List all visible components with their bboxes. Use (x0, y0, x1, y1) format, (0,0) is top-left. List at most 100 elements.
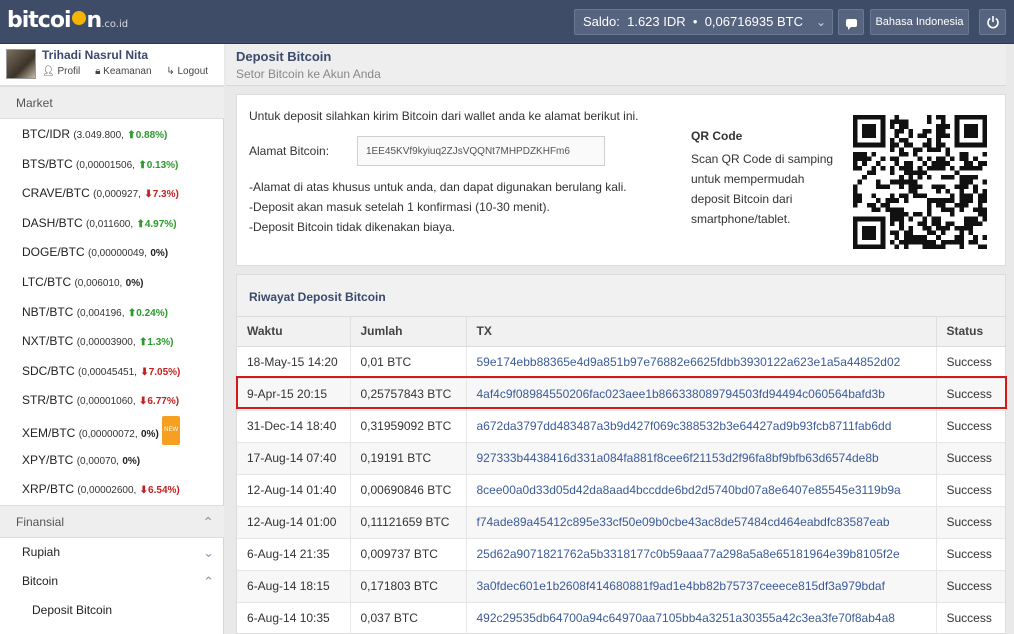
cell-status: Success (936, 538, 1005, 571)
balance-btc: 0,06716935 BTC (704, 14, 803, 29)
column-header-time[interactable]: Waktu (237, 317, 351, 347)
sidebar-item-bitcoin[interactable]: Bitcoin ⌃ (0, 567, 224, 596)
cell-tx[interactable]: 4af4c9f08984550206fac023aee1b86633808979… (466, 378, 937, 411)
table-row[interactable]: 9-Apr-15 20:15 0,25757843 BTC 4af4c9f08984… (237, 378, 1005, 411)
market-item-ltc-btc[interactable]: LTC/BTC (0,006010, 0%) (0, 268, 224, 298)
market-price: (0,00002600, (77, 485, 137, 497)
chat-button[interactable] (838, 9, 864, 35)
column-header-amount[interactable]: Jumlah (350, 317, 467, 347)
market-item-xpy-btc[interactable]: XPY/BTC (0,00070, 0%) (0, 446, 224, 476)
deposit-bitcoin-label: Deposit Bitcoin (32, 603, 113, 617)
security-link[interactable]: 🔒︎ Keamanan (95, 66, 157, 77)
finance-title: Finansial (16, 515, 65, 529)
market-pair: BTS/BTC (22, 156, 73, 171)
arrow-down-icon: ⬇ (139, 485, 149, 497)
bitcoin-label: Bitcoin (22, 574, 59, 588)
deposit-note: -Deposit Bitcoin tidak dikenakan biaya. (249, 220, 456, 234)
market-item-bts-btc[interactable]: BTS/BTC (0,00001506, ⬆0.13%) (0, 150, 224, 180)
balance-dropdown[interactable]: Saldo: 1.623 IDR • 0,06716935 BTC ⌄ (574, 9, 833, 35)
market-item-btc-idr[interactable]: BTC/IDR (3.049.800, ⬆0.88%) (0, 120, 224, 150)
market-pair: DOGE/BTC (22, 245, 85, 260)
cell-time: 6-Aug-14 18:15 (237, 570, 351, 603)
cell-amount: 0,19191 BTC (350, 442, 467, 475)
arrow-down-icon: ⬇ (144, 189, 153, 201)
market-price: (0,00003900, (76, 337, 136, 349)
table-row[interactable]: 12-Aug-14 01:40 0,00690846 BTC 8cee00a0d33… (237, 474, 1005, 507)
balance-label: Saldo: (583, 14, 620, 29)
cell-tx[interactable]: a672da3797dd483487a3b9d427f069c388532b3e… (466, 410, 937, 443)
market-header[interactable]: Market (0, 86, 224, 119)
market-price: (0,00000072, (78, 429, 138, 440)
history-table: Waktu Jumlah TX Status 18-May-15 14:20 0,… (237, 317, 1005, 634)
cell-tx[interactable]: 3a0fdec601e1b2608f414680881f9ad1e4bb82b7… (466, 570, 937, 603)
market-pair: NXT/BTC (22, 334, 74, 349)
table-row[interactable]: 12-Aug-14 01:00 0,11121659 BTC f74ade89a45… (237, 506, 1005, 539)
profile-link[interactable]: 👤︎ Profil (42, 66, 86, 77)
market-item-xem-btc[interactable]: XEM/BTC (0,00000072, 0%) NEW (0, 416, 224, 446)
cell-time: 18-May-15 14:20 (237, 346, 351, 379)
logo[interactable]: bitcoi n.co.id (7, 8, 128, 36)
new-badge: NEW (162, 416, 181, 445)
cell-amount: 0,00690846 BTC (350, 474, 467, 507)
sidebar-item-rupiah[interactable]: Rupiah ⌄ (0, 538, 224, 567)
cell-tx[interactable]: 492c29535db64700a94c64970aa7105bb4a3251a… (466, 602, 937, 634)
logo-text: bitcoi (7, 8, 72, 33)
cell-amount: 0,037 BTC (350, 602, 467, 634)
finance-header[interactable]: Finansial ⌃ (0, 505, 224, 538)
table-row[interactable]: 18-May-15 14:20 0,01 BTC 59e174ebb88365e4d… (237, 346, 1005, 379)
market-price: (3.049.800, (73, 130, 124, 141)
table-row[interactable]: 6-Aug-14 21:35 0,009737 BTC 25d62a90718217… (237, 538, 1005, 571)
rupiah-label: Rupiah (22, 545, 61, 559)
cell-tx[interactable]: f74ade89a45412c895e33cf50e09b0cbe43ac8de… (466, 506, 937, 539)
market-item-nxt-btc[interactable]: NXT/BTC (0,00003900, ⬆1.3%) (0, 327, 224, 357)
cell-tx[interactable]: 59e174ebb88365e4d9a851b97e76882e6625fdbb… (466, 346, 937, 379)
market-item-str-btc[interactable]: STR/BTC (0,00001060, ⬇6.77%) (0, 386, 224, 416)
market-item-xrp-btc[interactable]: XRP/BTC (0,00002600, ⬇6.54%) (0, 475, 224, 505)
arrow-up-icon: ⬆ (127, 307, 137, 319)
market-price: (0,00001506, (76, 159, 135, 171)
market-item-nbt-btc[interactable]: NBT/BTC (0,004196, ⬆0.24%) (0, 298, 224, 328)
cell-time: 17-Aug-14 07:40 (237, 442, 351, 475)
logout-link[interactable]: ↳ Logout (166, 66, 214, 77)
chevron-down-icon: ⌄ (815, 15, 826, 29)
table-row[interactable]: 31-Dec-14 18:40 0,31959092 BTC a672da3797d… (237, 410, 1005, 443)
market-item-doge-btc[interactable]: DOGE/BTC (0,00000049, 0%) (0, 238, 224, 268)
market-price: (0,00045451, (78, 366, 137, 378)
qr-description: Scan QR Code di samping untuk mempermuda… (691, 152, 834, 226)
cell-tx[interactable]: 8cee00a0d33d05d42da8aad4bccdde6bd2d5740b… (466, 474, 937, 507)
market-change: 7.3%) (152, 189, 179, 201)
market-title: Market (16, 96, 53, 110)
market-change: 4.97%) (144, 218, 177, 230)
chevron-down-icon: ⌄ (203, 545, 214, 560)
cell-time: 9-Apr-15 20:15 (237, 378, 351, 411)
user-name[interactable]: Trihadi Nasrul Nita (42, 48, 148, 62)
table-row[interactable]: 6-Aug-14 18:15 0,171803 BTC 3a0fdec601e1b2… (237, 570, 1005, 603)
column-header-tx[interactable]: TX (466, 317, 937, 347)
arrow-down-icon: ⬇ (140, 366, 149, 378)
market-item-crave-btc[interactable]: CRAVE/BTC (0,000927, ⬇7.3%) (0, 179, 224, 209)
column-header-status[interactable]: Status (936, 317, 1005, 347)
avatar[interactable] (6, 49, 36, 79)
top-bar: bitcoi n.co.id Saldo: 1.623 IDR • 0,06716… (0, 0, 1014, 44)
cell-amount: 0,171803 BTC (350, 570, 467, 603)
market-item-sdc-btc[interactable]: SDC/BTC (0,00045451, ⬇7.05%) (0, 357, 224, 387)
cell-amount: 0,31959092 BTC (350, 410, 467, 443)
market-price: (0,011600, (86, 218, 134, 230)
cell-status: Success (936, 602, 1005, 634)
logout-power-button[interactable] (979, 9, 1006, 35)
table-row[interactable]: 17-Aug-14 07:40 0,19191 BTC 927333b4438416… (237, 442, 1005, 475)
sidebar-item-deposit-bitcoin[interactable]: Deposit Bitcoin (0, 596, 224, 625)
chat-icon (845, 19, 857, 30)
cell-tx[interactable]: 927333b4438416d331a084fa881f8cee6f21153d… (466, 442, 937, 475)
cell-amount: 0,01 BTC (350, 346, 467, 379)
table-row[interactable]: 6-Aug-14 10:35 0,037 BTC 492c29535db64700a… (237, 602, 1005, 634)
language-button[interactable]: Bahasa Indonesia (870, 9, 969, 35)
page-header: Deposit Bitcoin Setor Bitcoin ke Akun An… (226, 44, 1006, 86)
logout-label: Logout (177, 66, 209, 77)
bitcoin-address-field[interactable] (357, 136, 605, 166)
market-item-dash-btc[interactable]: DASH/BTC (0,011600, ⬆4.97%) (0, 209, 224, 239)
deposit-note: -Alamat di atas khusus untuk anda, dan d… (249, 180, 627, 194)
profile-label: Profil (57, 66, 81, 77)
market-change: 7.05%) (148, 366, 181, 378)
cell-tx[interactable]: 25d62a9071821762a5b3318177c0b59aaa77a298… (466, 538, 937, 571)
